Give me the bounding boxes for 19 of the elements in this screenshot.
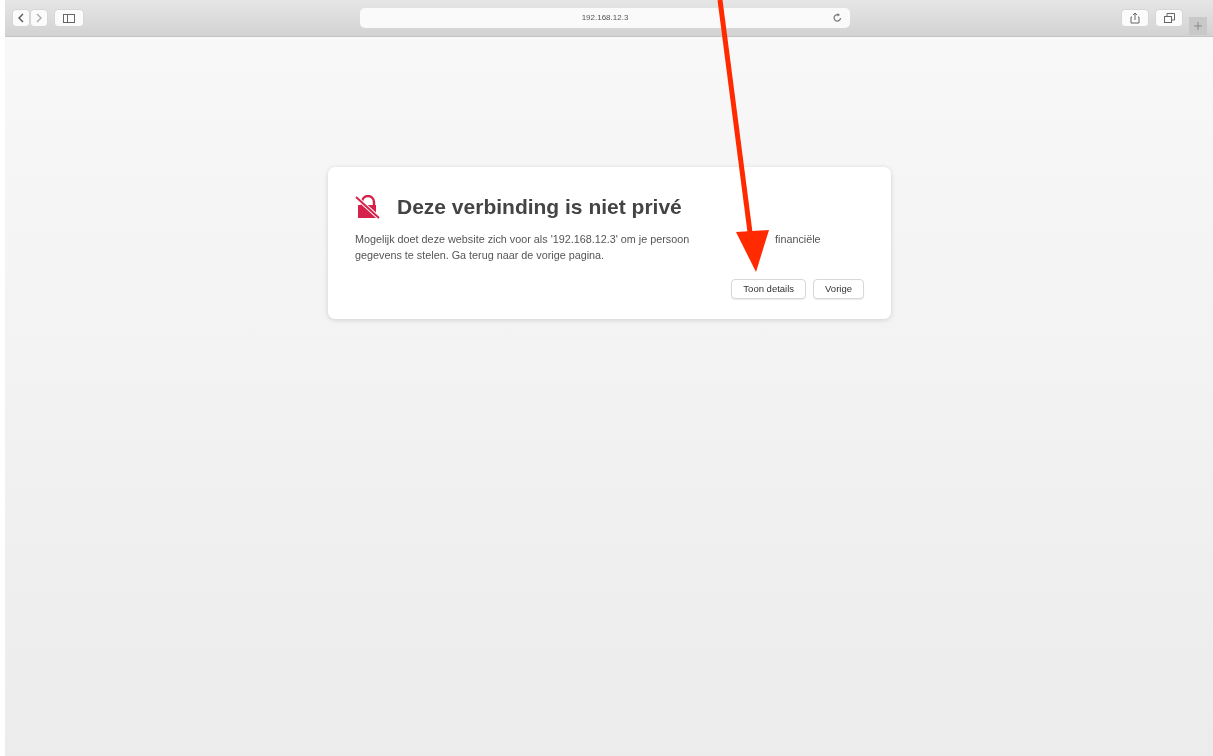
address-text: 192.168.12.3 — [580, 12, 630, 24]
share-button[interactable] — [1121, 9, 1149, 27]
address-bar[interactable]: 192.168.12.3 — [360, 8, 850, 28]
forward-icon — [35, 13, 43, 23]
tabs-icon — [1163, 13, 1175, 23]
broken-lock-icon — [355, 194, 381, 219]
sidebar-button[interactable] — [54, 9, 84, 27]
back-page-button[interactable]: Vorige — [813, 278, 864, 299]
tabs-button[interactable] — [1155, 9, 1183, 27]
warning-title: Deze verbinding is niet privé — [397, 194, 682, 220]
share-icon — [1130, 12, 1140, 24]
back-icon — [17, 13, 25, 23]
message-text: financiële — [775, 231, 821, 247]
back-button[interactable] — [12, 9, 30, 27]
message-text: gegevens te stelen. Ga terug naar de vorige pagina. — [355, 247, 605, 263]
sidebar-icon — [63, 13, 75, 23]
message-text: Mogelijk doet deze website zich voor als '192.168.12.3' om je persoon — [355, 231, 691, 247]
reload-icon[interactable] — [833, 13, 842, 23]
details-button[interactable]: Toon details — [731, 278, 807, 299]
